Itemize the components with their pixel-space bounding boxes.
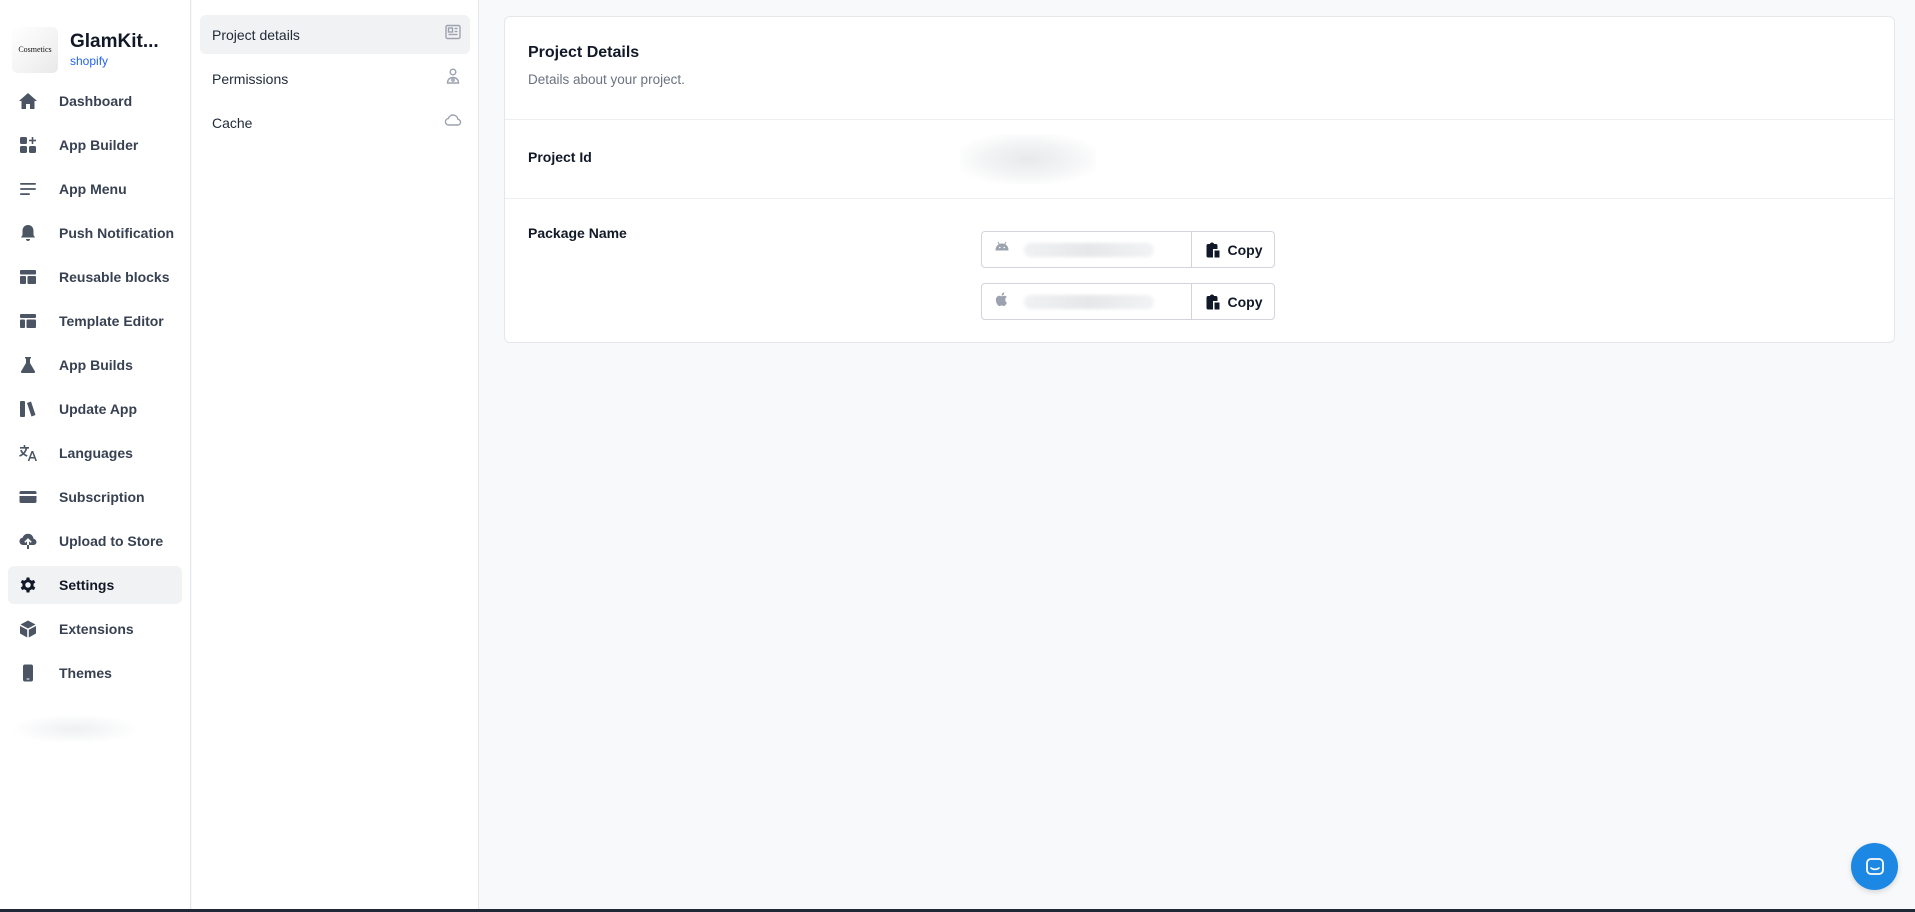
project-id-label: Project Id bbox=[528, 149, 592, 165]
chat-icon bbox=[1865, 857, 1884, 875]
package-name-row: Package Name Copy Copy bbox=[505, 199, 1894, 342]
main-sidebar: Cosmetics GlamKit... shopify Dashboard A… bbox=[0, 0, 191, 912]
template-icon bbox=[18, 311, 38, 331]
sidebar-item-upload-to-store[interactable]: Upload to Store bbox=[8, 522, 182, 560]
menu-lines-icon bbox=[18, 179, 38, 199]
sidebar-item-label: Settings bbox=[59, 577, 115, 593]
sidebar-item-update-app[interactable]: Update App bbox=[8, 390, 182, 428]
android-copy-label: Copy bbox=[1227, 241, 1263, 258]
sidebar-item-app-menu[interactable]: App Menu bbox=[8, 170, 182, 208]
submenu-item-label: Cache bbox=[212, 114, 253, 131]
sidebar-item-label: Dashboard bbox=[59, 93, 133, 109]
submenu-item-cache[interactable]: Cache bbox=[200, 103, 470, 142]
brand-name: GlamKit... bbox=[70, 31, 159, 52]
android-package-input[interactable] bbox=[982, 232, 1192, 267]
brand-platform: shopify bbox=[70, 54, 109, 68]
sidebar-item-label: App Builder bbox=[59, 137, 139, 153]
sidebar-item-themes[interactable]: Themes bbox=[8, 654, 182, 692]
android-copy-button[interactable]: Copy bbox=[1192, 232, 1274, 267]
ios-copy-button[interactable]: Copy bbox=[1192, 284, 1274, 319]
sidebar-item-label: Subscription bbox=[59, 489, 145, 505]
sidebar-item-app-builds[interactable]: App Builds bbox=[8, 346, 182, 384]
ios-copy-label: Copy bbox=[1227, 293, 1263, 310]
sidebar-item-label: Themes bbox=[59, 665, 112, 681]
sidebar-item-reusable-blocks[interactable]: Reusable blocks bbox=[8, 258, 182, 296]
settings-submenu: Project details Permissions Cache bbox=[192, 0, 479, 912]
card-icon bbox=[18, 487, 38, 507]
sidebar-item-label: Push Notification bbox=[59, 225, 175, 241]
sidebar-item-dashboard[interactable]: Dashboard bbox=[8, 82, 182, 120]
submenu-item-label: Project details bbox=[212, 26, 300, 43]
cloud-icon bbox=[444, 111, 462, 134]
android-package-value-blurred bbox=[1024, 242, 1154, 257]
sidebar-item-push-notification[interactable]: Push Notification bbox=[8, 214, 182, 252]
grid-plus-icon bbox=[18, 135, 38, 155]
sidebar-item-label: Update App bbox=[59, 401, 138, 417]
android-package-field: Copy bbox=[981, 231, 1275, 268]
phone-icon bbox=[18, 663, 38, 683]
layout-icon bbox=[18, 267, 38, 287]
sidebar-item-template-editor[interactable]: Template Editor bbox=[8, 302, 182, 340]
sidebar-item-label: Template Editor bbox=[59, 313, 164, 329]
project-id-value-blurred bbox=[960, 134, 1096, 184]
clipboard-icon bbox=[1206, 294, 1219, 309]
sidebar-item-label: Reusable blocks bbox=[59, 269, 170, 285]
cube-icon bbox=[18, 619, 38, 639]
sidebar-item-languages[interactable]: Languages bbox=[8, 434, 182, 472]
submenu-item-permissions[interactable]: Permissions bbox=[200, 59, 470, 98]
sidebar-nav: Dashboard App Builder App Menu Push Noti… bbox=[0, 82, 190, 692]
page-title: Project Details bbox=[528, 44, 640, 61]
sidebar-item-label: App Builds bbox=[59, 357, 133, 373]
package-name-label: Package Name bbox=[528, 225, 627, 241]
sidebar-item-settings[interactable]: Settings bbox=[8, 566, 182, 604]
project-details-card: Project Details Details about your proje… bbox=[504, 16, 1895, 343]
chat-launcher-button[interactable] bbox=[1851, 843, 1898, 890]
document-icon bbox=[444, 23, 462, 46]
page-subtitle: Details about your project. bbox=[528, 72, 685, 87]
apple-icon bbox=[993, 290, 1011, 313]
sidebar-item-label: Languages bbox=[59, 445, 133, 461]
sidebar-item-label: Upload to Store bbox=[59, 533, 164, 549]
bell-icon bbox=[18, 223, 38, 243]
ios-package-field: Copy bbox=[981, 283, 1275, 320]
submenu-item-label: Permissions bbox=[212, 70, 289, 87]
blurred-area bbox=[10, 714, 140, 744]
sidebar-item-subscription[interactable]: Subscription bbox=[8, 478, 182, 516]
submenu-item-project-details[interactable]: Project details bbox=[200, 15, 470, 54]
card-header: Project Details Details about your proje… bbox=[505, 17, 1894, 120]
brand-header[interactable]: Cosmetics GlamKit... shopify bbox=[0, 0, 190, 80]
users-icon bbox=[444, 67, 462, 90]
update-icon bbox=[18, 399, 38, 419]
android-icon bbox=[993, 238, 1011, 261]
brand-logo: Cosmetics bbox=[12, 26, 58, 73]
sidebar-item-app-builder[interactable]: App Builder bbox=[8, 126, 182, 164]
gear-icon bbox=[18, 575, 38, 595]
sidebar-item-label: App Menu bbox=[59, 181, 127, 197]
home-icon bbox=[18, 91, 38, 111]
cloud-upload-icon bbox=[18, 531, 38, 551]
translate-icon bbox=[18, 443, 38, 463]
sidebar-item-label: Extensions bbox=[59, 621, 134, 637]
flask-icon bbox=[18, 355, 38, 375]
ios-package-value-blurred bbox=[1024, 294, 1154, 309]
ios-package-input[interactable] bbox=[982, 284, 1192, 319]
project-id-row: Project Id bbox=[505, 120, 1894, 199]
clipboard-icon bbox=[1206, 242, 1219, 257]
sidebar-item-extensions[interactable]: Extensions bbox=[8, 610, 182, 648]
